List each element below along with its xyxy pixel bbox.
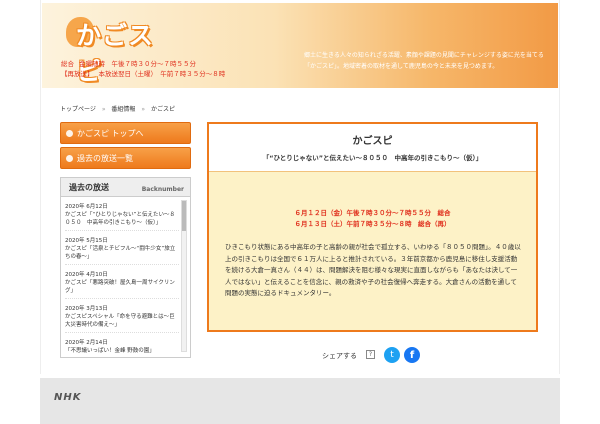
program-description: 郷土に生きる人々の知られざる活躍、素顔や課題の見聞にチャレンジする姿に光を当てる… xyxy=(304,52,544,70)
list-item-title[interactable]: かごスピスペシャル「命を守る避難とは～巨大災害時代の備え～」 xyxy=(65,313,179,329)
past-list-scrollbar[interactable] xyxy=(181,200,187,352)
episode-detail: かごスピ 「“ひとりじゃない”と伝えたい～８０５０ 中高年の引きこもり～（仮）」… xyxy=(207,122,538,332)
breadcrumb-current: かごスピ xyxy=(150,106,175,113)
nhk-logo[interactable]: NHK xyxy=(54,392,82,403)
past-broadcasts-list: 2020年 6月12日 かごスピ「“ひとりじゃない”と伝えたい～８０５０ 中高年… xyxy=(65,203,179,355)
share-help-icon[interactable]: ? xyxy=(366,350,375,359)
bullet-icon xyxy=(66,130,73,137)
share-label: シェアする xyxy=(322,352,357,360)
episode-title: 「“ひとりじゃない”と伝えたい～８０５０ 中高年の引きこもり～（仮）」 xyxy=(262,154,483,162)
schedule-time: 金曜随時 午後７時３０分～７時５５分 xyxy=(79,60,196,68)
list-item-title[interactable]: かごスピ「悪路突破！屋久島一周サイクリング」 xyxy=(65,279,179,295)
episode-airtime-rerun: ６月１３日（土）午前７時３５分～８時 総合（再） xyxy=(294,220,451,228)
scrollbar-thumb[interactable] xyxy=(182,201,186,231)
breadcrumb: トップページ » 番組情報 » かごスピ xyxy=(60,104,179,113)
past-panel-subtitle: Backnumber xyxy=(141,186,184,193)
list-item-title[interactable]: かごスピ「活泉とチビフル～“闘牛少女”旅立ちの春～」 xyxy=(65,245,179,261)
breadcrumb-separator: » xyxy=(101,106,106,113)
episode-airtime-main: ６月１２日（金）午後７時３０分～７時５５分 総合 xyxy=(294,209,451,217)
schedule-line-main: 総合 金曜随時 午後７時３０分～７時５５分 xyxy=(61,59,225,69)
breadcrumb-programs[interactable]: 番組情報 xyxy=(111,106,135,113)
list-item[interactable]: 2020年 6月12日 かごスピ「“ひとりじゃない”と伝えたい～８０５０ 中高年… xyxy=(65,203,179,231)
footer: NHK xyxy=(40,378,560,424)
past-broadcasts-label: 過去の放送一覧 xyxy=(77,154,133,163)
past-panel-title: 過去の放送 xyxy=(69,183,109,192)
past-panel-header: 過去の放送 Backnumber xyxy=(61,178,190,197)
schedule-channel: 総合 xyxy=(61,60,74,68)
episode-description: ひきこもり状態にある中高年の子と高齢の親が社会で孤立する、いわゆる「８０５０問題… xyxy=(225,243,521,297)
breadcrumb-separator: » xyxy=(141,106,146,113)
list-item-title[interactable]: かごスピ「“ひとりじゃない”と伝えたい～８０５０ 中高年の引きこもり～（仮）」 xyxy=(65,211,179,227)
schedule-rerun-tag: 【再放送】 xyxy=(61,70,94,78)
program-header: かごスピ 総合 金曜随時 午後７時３０分～７時５５分 【再放送】 本放送翌日（土曜）… xyxy=(42,3,558,88)
episode-title-area: かごスピ 「“ひとりじゃない”と伝えたい～８０５０ 中高年の引きこもり～（仮）」 xyxy=(209,124,536,172)
breadcrumb-top[interactable]: トップページ xyxy=(60,106,96,113)
schedule-rerun-time: 本放送翌日（土曜） 午前７時３５分～８時 xyxy=(98,70,226,78)
list-item-date: 2020年 5月15日 xyxy=(65,238,108,244)
broadcast-schedule: 総合 金曜随時 午後７時３０分～７時５５分 【再放送】 本放送翌日（土曜） 午前７時… xyxy=(61,59,225,79)
program-top-button[interactable]: かごスピ トップへ xyxy=(60,122,191,144)
schedule-line-rerun: 【再放送】 本放送翌日（土曜） 午前７時３５分～８時 xyxy=(61,69,225,79)
past-broadcasts-button[interactable]: 過去の放送一覧 xyxy=(60,147,191,169)
list-item[interactable]: 2020年 4月10日 かごスピ「悪路突破！屋久島一周サイクリング」 xyxy=(65,271,179,299)
facebook-icon[interactable]: f xyxy=(404,347,420,363)
list-item-date: 2020年 3月13日 xyxy=(65,306,108,312)
list-item-date: 2020年 2月14日 xyxy=(65,340,108,346)
program-logo[interactable]: かごスピ xyxy=(66,14,176,86)
past-broadcasts-panel: 過去の放送 Backnumber 2020年 6月12日 かごスピ「“ひとりじゃ… xyxy=(60,177,191,358)
list-item-date: 2020年 6月12日 xyxy=(65,204,108,210)
list-item-date: 2020年 4月10日 xyxy=(65,272,108,278)
list-item[interactable]: 2020年 3月13日 かごスピスペシャル「命を守る避難とは～巨大災害時代の備え… xyxy=(65,305,179,333)
list-item[interactable]: 2020年 2月14日 「不思議いっぱい！金峰 野鼓の園」 xyxy=(65,339,179,355)
program-top-label: かごスピ トップへ xyxy=(77,129,144,138)
episode-program-title: かごスピ xyxy=(352,136,393,147)
twitter-icon[interactable]: t xyxy=(384,347,400,363)
list-item[interactable]: 2020年 5月15日 かごスピ「活泉とチビフル～“闘牛少女”旅立ちの春～」 xyxy=(65,237,179,265)
bullet-icon xyxy=(66,155,73,162)
episode-airtimes: ６月１２日（金）午後７時３０分～７時５５分 総合 ６月１３日（土）午前７時３５分… xyxy=(209,208,536,230)
list-item-title[interactable]: 「不思議いっぱい！金峰 野鼓の園」 xyxy=(65,347,179,355)
